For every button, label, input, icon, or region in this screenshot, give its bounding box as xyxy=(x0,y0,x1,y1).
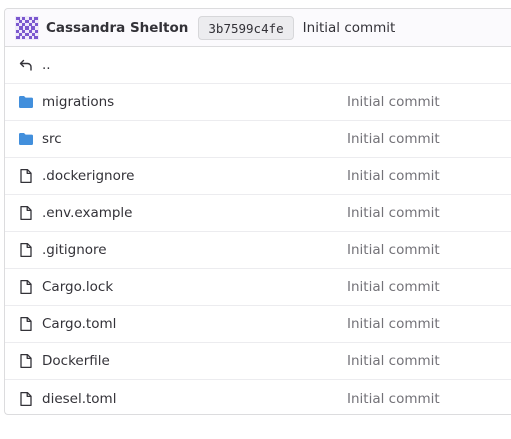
last-commit-message-link[interactable]: Initial commit xyxy=(347,306,440,342)
file-name-link[interactable]: .env.example xyxy=(42,195,133,231)
last-commit-message-link[interactable]: Initial commit xyxy=(347,84,440,120)
identicon-avatar-icon[interactable] xyxy=(15,15,39,40)
commit-message-link[interactable]: Initial commit xyxy=(303,20,396,36)
file-icon xyxy=(20,168,32,184)
last-commit-message-link[interactable]: Initial commit xyxy=(347,380,440,414)
file-name-link[interactable]: .dockerignore xyxy=(42,158,134,194)
last-commit-header: Cassandra Shelton 3b7599c4fe Initial com… xyxy=(5,9,511,47)
file-icon xyxy=(20,205,32,221)
file-name-link[interactable]: .gitignore xyxy=(42,232,107,268)
file-tree-row[interactable]: Dockerfile Initial commit xyxy=(5,343,511,380)
file-tree-row[interactable]: diesel.toml Initial commit xyxy=(5,380,511,414)
file-icon xyxy=(20,242,32,258)
folder-icon xyxy=(19,96,33,108)
folder-name-link[interactable]: src xyxy=(42,121,62,157)
file-tree-row[interactable]: Cargo.lock Initial commit xyxy=(5,269,511,306)
folder-icon xyxy=(19,133,33,145)
file-name-link[interactable]: Cargo.lock xyxy=(42,269,113,305)
parent-directory-link[interactable]: .. xyxy=(42,47,51,83)
file-name-link[interactable]: diesel.toml xyxy=(42,380,116,414)
file-icon xyxy=(20,391,32,406)
file-tree-row[interactable]: src Initial commit xyxy=(5,121,511,158)
commit-author-link[interactable]: Cassandra Shelton xyxy=(46,20,188,36)
commit-sha-button[interactable]: 3b7599c4fe xyxy=(198,15,294,40)
file-tree-panel: Cassandra Shelton 3b7599c4fe Initial com… xyxy=(4,8,511,415)
file-tree-row[interactable]: .dockerignore Initial commit xyxy=(5,158,511,195)
file-icon xyxy=(20,279,32,295)
last-commit-message-link[interactable]: Initial commit xyxy=(347,232,440,268)
file-name-link[interactable]: Dockerfile xyxy=(42,343,110,379)
parent-directory-row[interactable]: .. xyxy=(5,47,511,84)
folder-name-link[interactable]: migrations xyxy=(42,84,114,120)
file-icon xyxy=(20,316,32,332)
last-commit-message-link[interactable]: Initial commit xyxy=(347,195,440,231)
file-tree-row[interactable]: migrations Initial commit xyxy=(5,84,511,121)
last-commit-message-link[interactable]: Initial commit xyxy=(347,269,440,305)
last-commit-message-link[interactable]: Initial commit xyxy=(347,158,440,194)
last-commit-message-link[interactable]: Initial commit xyxy=(347,121,440,157)
file-tree-row[interactable]: .gitignore Initial commit xyxy=(5,232,511,269)
file-tree-row[interactable]: .env.example Initial commit xyxy=(5,195,511,232)
file-icon xyxy=(20,353,32,369)
file-name-link[interactable]: Cargo.toml xyxy=(42,306,116,342)
last-commit-message-link[interactable]: Initial commit xyxy=(347,343,440,379)
return-arrow-icon xyxy=(19,59,32,71)
file-tree-row[interactable]: Cargo.toml Initial commit xyxy=(5,306,511,343)
